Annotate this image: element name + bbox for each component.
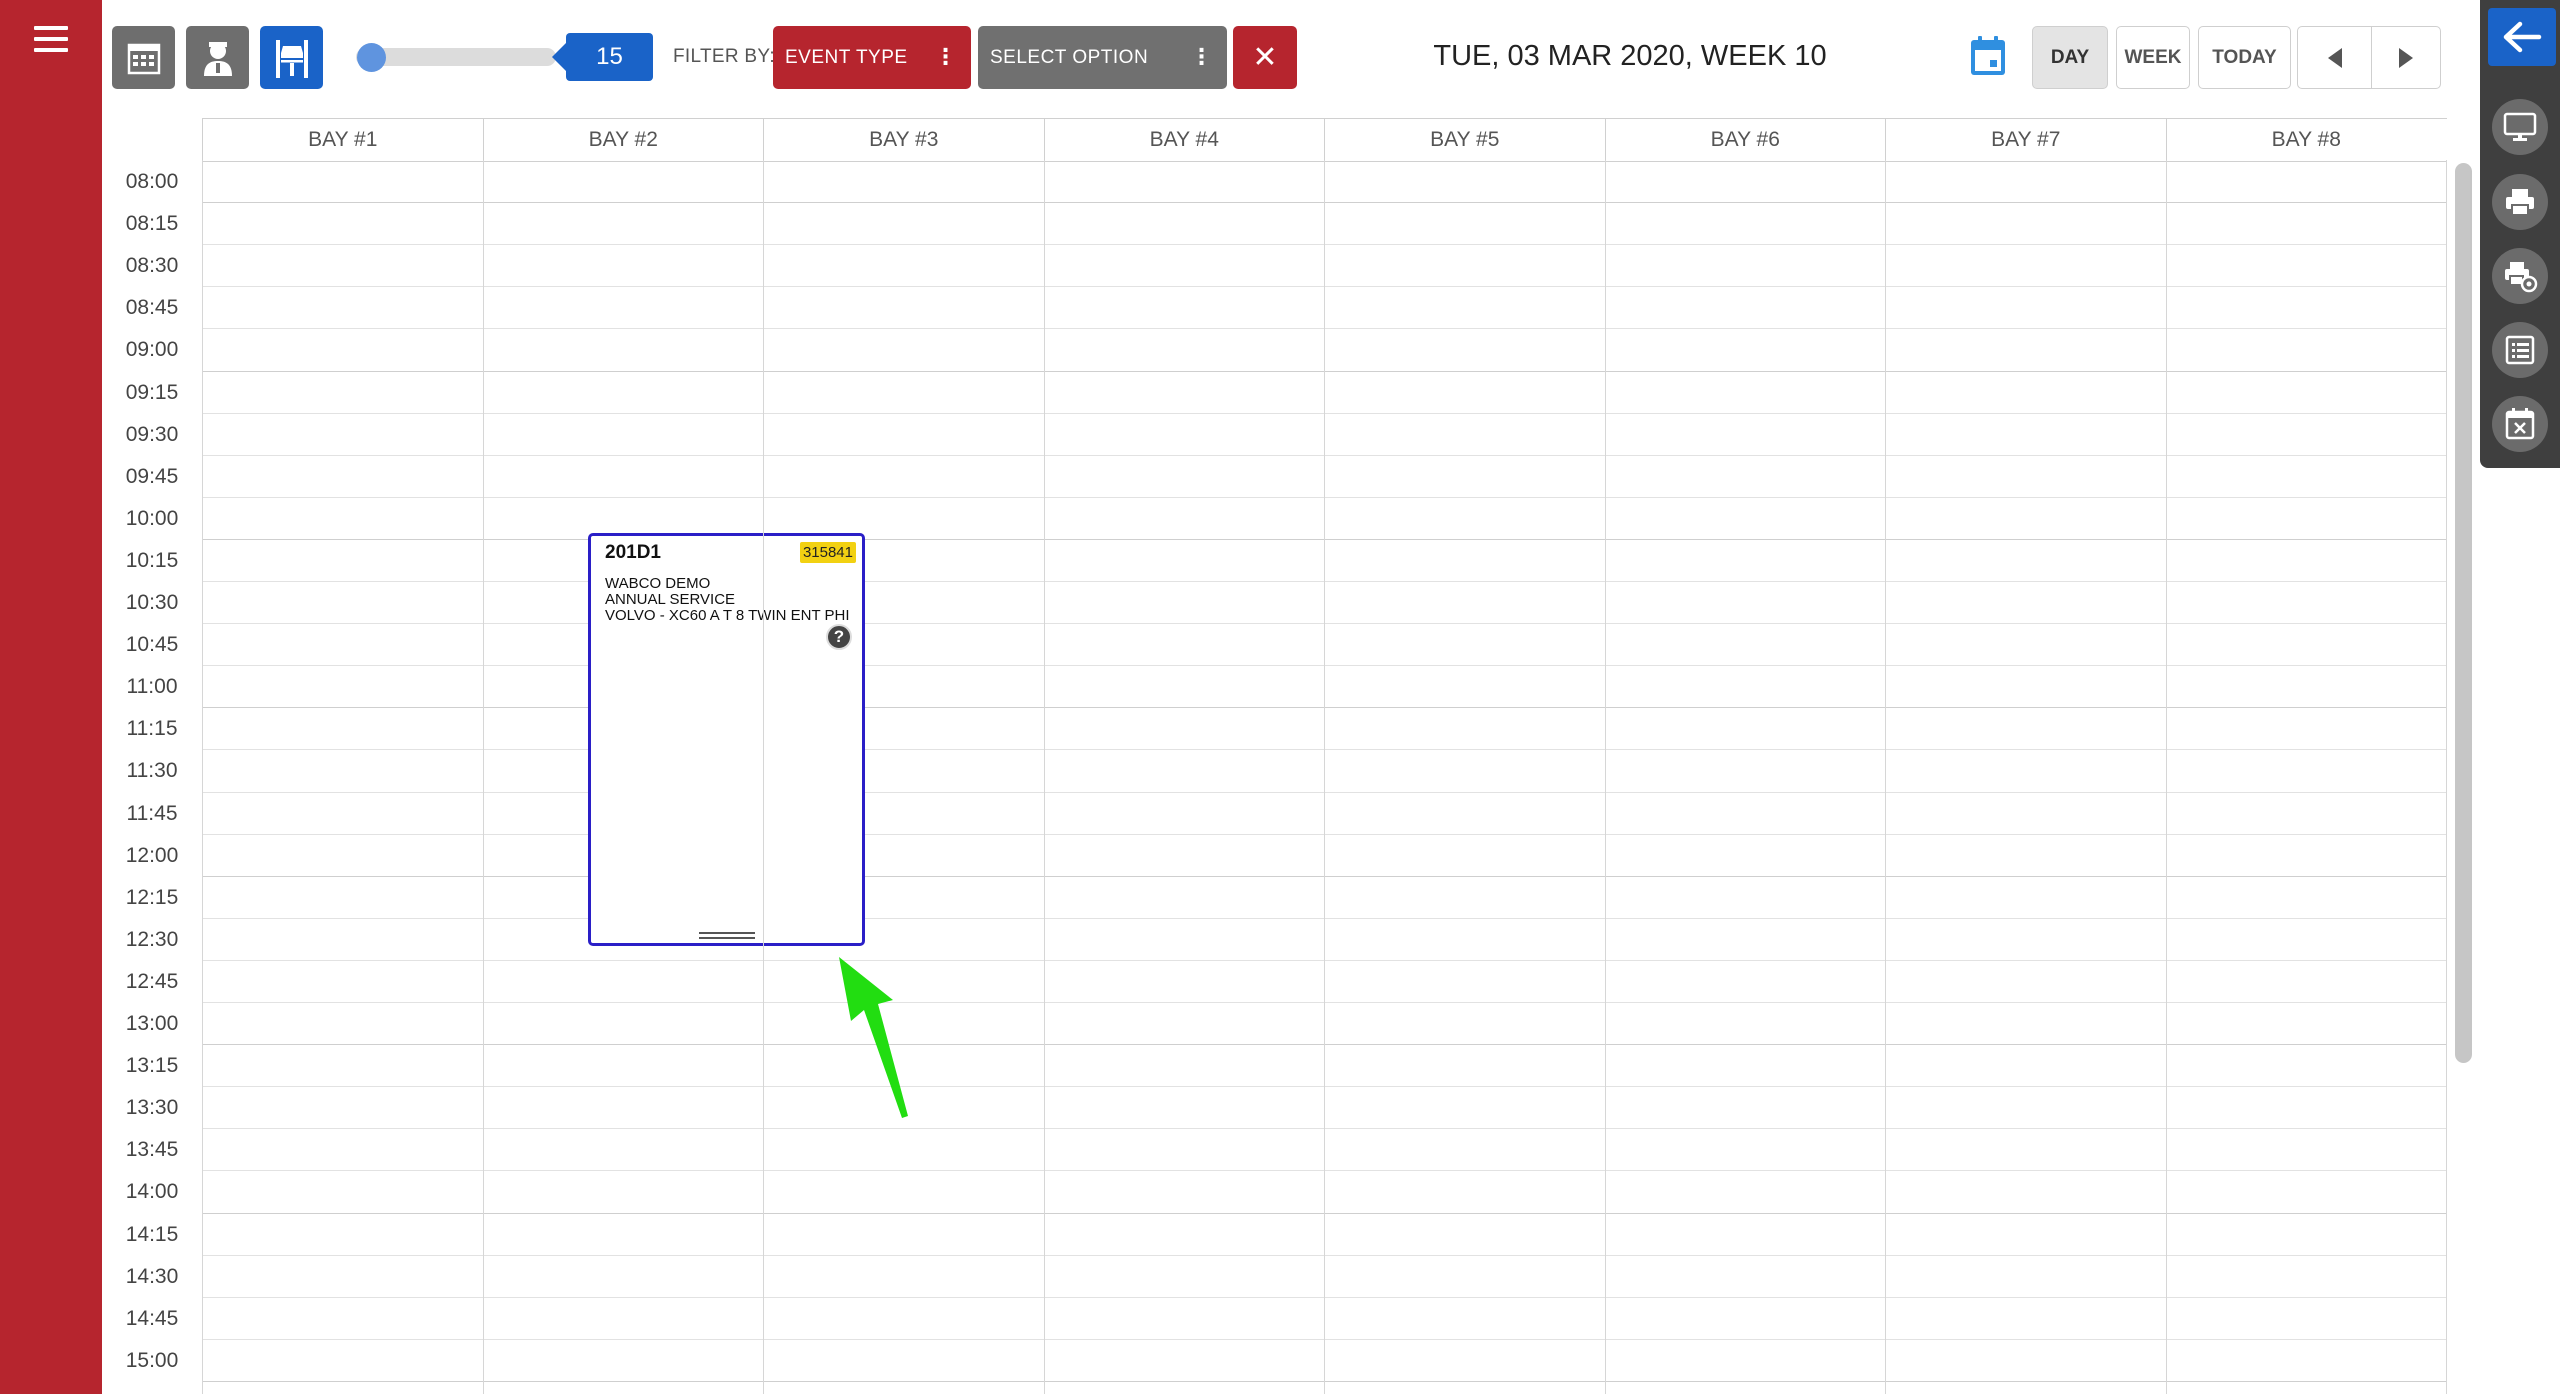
time-label: 12:30 bbox=[125, 927, 179, 951]
left-rail bbox=[0, 0, 102, 1394]
right-rail bbox=[2480, 0, 2560, 468]
appointment-card[interactable]: 201D1 315841 WABCO DEMO ANNUAL SERVICE V… bbox=[588, 533, 865, 946]
list-icon[interactable] bbox=[2492, 322, 2548, 378]
clear-filter-button[interactable]: ✕ bbox=[1233, 26, 1297, 89]
technician-icon[interactable] bbox=[186, 26, 249, 89]
time-label: 14:00 bbox=[125, 1180, 179, 1204]
time-label: 11:45 bbox=[126, 801, 178, 825]
time-label: 10:30 bbox=[125, 591, 179, 614]
time-label: 09:30 bbox=[125, 422, 179, 446]
column-header: BAY #8 bbox=[2165, 119, 2447, 161]
event-code: 201D1 bbox=[605, 542, 661, 563]
column-header: BAY #6 bbox=[1604, 119, 1886, 161]
select-option-label: SELECT OPTION bbox=[990, 46, 1149, 68]
time-label: 14:15 bbox=[125, 1222, 179, 1246]
select-option-dropdown[interactable]: SELECT OPTION ⋮ bbox=[978, 26, 1227, 89]
today-button[interactable]: TODAY bbox=[2198, 26, 2291, 89]
printer-settings-icon[interactable] bbox=[2492, 248, 2548, 304]
time-label: 14:30 bbox=[125, 1264, 179, 1288]
calendar-cancel-icon[interactable] bbox=[2492, 396, 2548, 452]
calendar-grid-icon[interactable] bbox=[112, 26, 175, 89]
time-label: 09:45 bbox=[125, 464, 179, 488]
resize-handle[interactable] bbox=[699, 932, 755, 939]
calendar-grid: BAY #1 BAY #2 BAY #3 BAY #4 BAY #5 BAY #6 BAY … bbox=[102, 118, 2447, 1394]
job-number-badge: 315841 bbox=[799, 542, 856, 563]
time-label: 13:30 bbox=[125, 1096, 179, 1120]
time-label: 08:00 bbox=[125, 170, 179, 193]
column-header: BAY #1 bbox=[202, 119, 483, 161]
time-label: 11:30 bbox=[126, 759, 178, 783]
week-view-button[interactable]: WEEK bbox=[2116, 26, 2190, 89]
column-header: BAY #2 bbox=[482, 119, 764, 161]
time-label: 10:00 bbox=[125, 506, 179, 530]
time-label: 08:45 bbox=[125, 296, 179, 320]
time-label: 11:00 bbox=[126, 675, 178, 699]
time-label: 10:15 bbox=[125, 548, 179, 572]
interval-slider-track[interactable] bbox=[356, 48, 556, 66]
column-divider bbox=[2446, 160, 2447, 1394]
time-label: 08:30 bbox=[125, 254, 179, 278]
column-divider bbox=[1604, 160, 1606, 1394]
event-type-label: EVENT TYPE bbox=[785, 46, 908, 68]
help-icon[interactable]: ? bbox=[826, 624, 852, 650]
column-divider bbox=[2165, 160, 2167, 1394]
column-divider bbox=[482, 160, 484, 1394]
column-divider bbox=[1324, 160, 1325, 1394]
vertical-scrollbar[interactable] bbox=[2455, 163, 2472, 1063]
event-type-dropdown[interactable]: EVENT TYPE ⋮ bbox=[773, 26, 971, 89]
column-divider bbox=[763, 160, 764, 1394]
interval-value-badge: 15 bbox=[552, 33, 653, 81]
column-divider bbox=[1043, 160, 1045, 1394]
calendar-icon[interactable] bbox=[1968, 34, 2008, 83]
time-label: 14:45 bbox=[125, 1306, 179, 1330]
time-label: 10:45 bbox=[125, 633, 179, 657]
event-customer: WABCO DEMO bbox=[605, 576, 711, 592]
annotation-arrow-icon bbox=[839, 957, 908, 1118]
prev-button[interactable] bbox=[2297, 26, 2372, 89]
time-label: 15:00 bbox=[125, 1348, 179, 1372]
column-header: BAY #7 bbox=[1885, 119, 2166, 161]
time-label: 08:15 bbox=[125, 212, 179, 236]
next-button[interactable] bbox=[2371, 26, 2441, 89]
time-label: 09:15 bbox=[125, 380, 179, 404]
kebab-icon: ⋮ bbox=[934, 44, 957, 69]
triangle-right-icon bbox=[2399, 47, 2413, 68]
monitor-icon[interactable] bbox=[2492, 99, 2548, 155]
time-label: 13:45 bbox=[125, 1138, 179, 1162]
filter-label: FILTER BY: bbox=[673, 46, 775, 67]
interval-slider-thumb[interactable] bbox=[357, 43, 386, 72]
event-service: ANNUAL SERVICE bbox=[605, 592, 736, 608]
column-divider bbox=[1885, 160, 1886, 1394]
time-label: 13:00 bbox=[125, 1012, 179, 1035]
vehicle-lift-icon[interactable] bbox=[260, 26, 323, 89]
hamburger-icon[interactable] bbox=[34, 26, 68, 56]
column-headers: BAY #1 BAY #2 BAY #3 BAY #4 BAY #5 BAY #6 BAY … bbox=[202, 118, 2447, 162]
column-header: BAY #3 bbox=[763, 119, 1044, 161]
day-view-button[interactable]: DAY bbox=[2032, 26, 2108, 89]
triangle-left-icon bbox=[2327, 47, 2342, 68]
time-label: 12:45 bbox=[125, 969, 179, 993]
arrow-left-icon[interactable] bbox=[2488, 8, 2556, 66]
time-label: 12:00 bbox=[125, 843, 179, 867]
column-header: BAY #4 bbox=[1043, 119, 1325, 161]
kebab-icon: ⋮ bbox=[1190, 44, 1213, 69]
time-label: 13:15 bbox=[125, 1054, 179, 1078]
time-label: 12:15 bbox=[125, 885, 179, 909]
event-vehicle: VOLVO - XC60 A T 8 TWIN ENT PHI bbox=[605, 608, 850, 624]
time-label: 11:15 bbox=[126, 717, 178, 741]
printer-icon[interactable] bbox=[2492, 174, 2548, 230]
time-label: 09:00 bbox=[125, 338, 179, 362]
date-title: TUE, 03 MAR 2020, WEEK 10 bbox=[1433, 40, 1827, 72]
column-header: BAY #5 bbox=[1324, 119, 1605, 161]
column-divider bbox=[202, 160, 203, 1394]
